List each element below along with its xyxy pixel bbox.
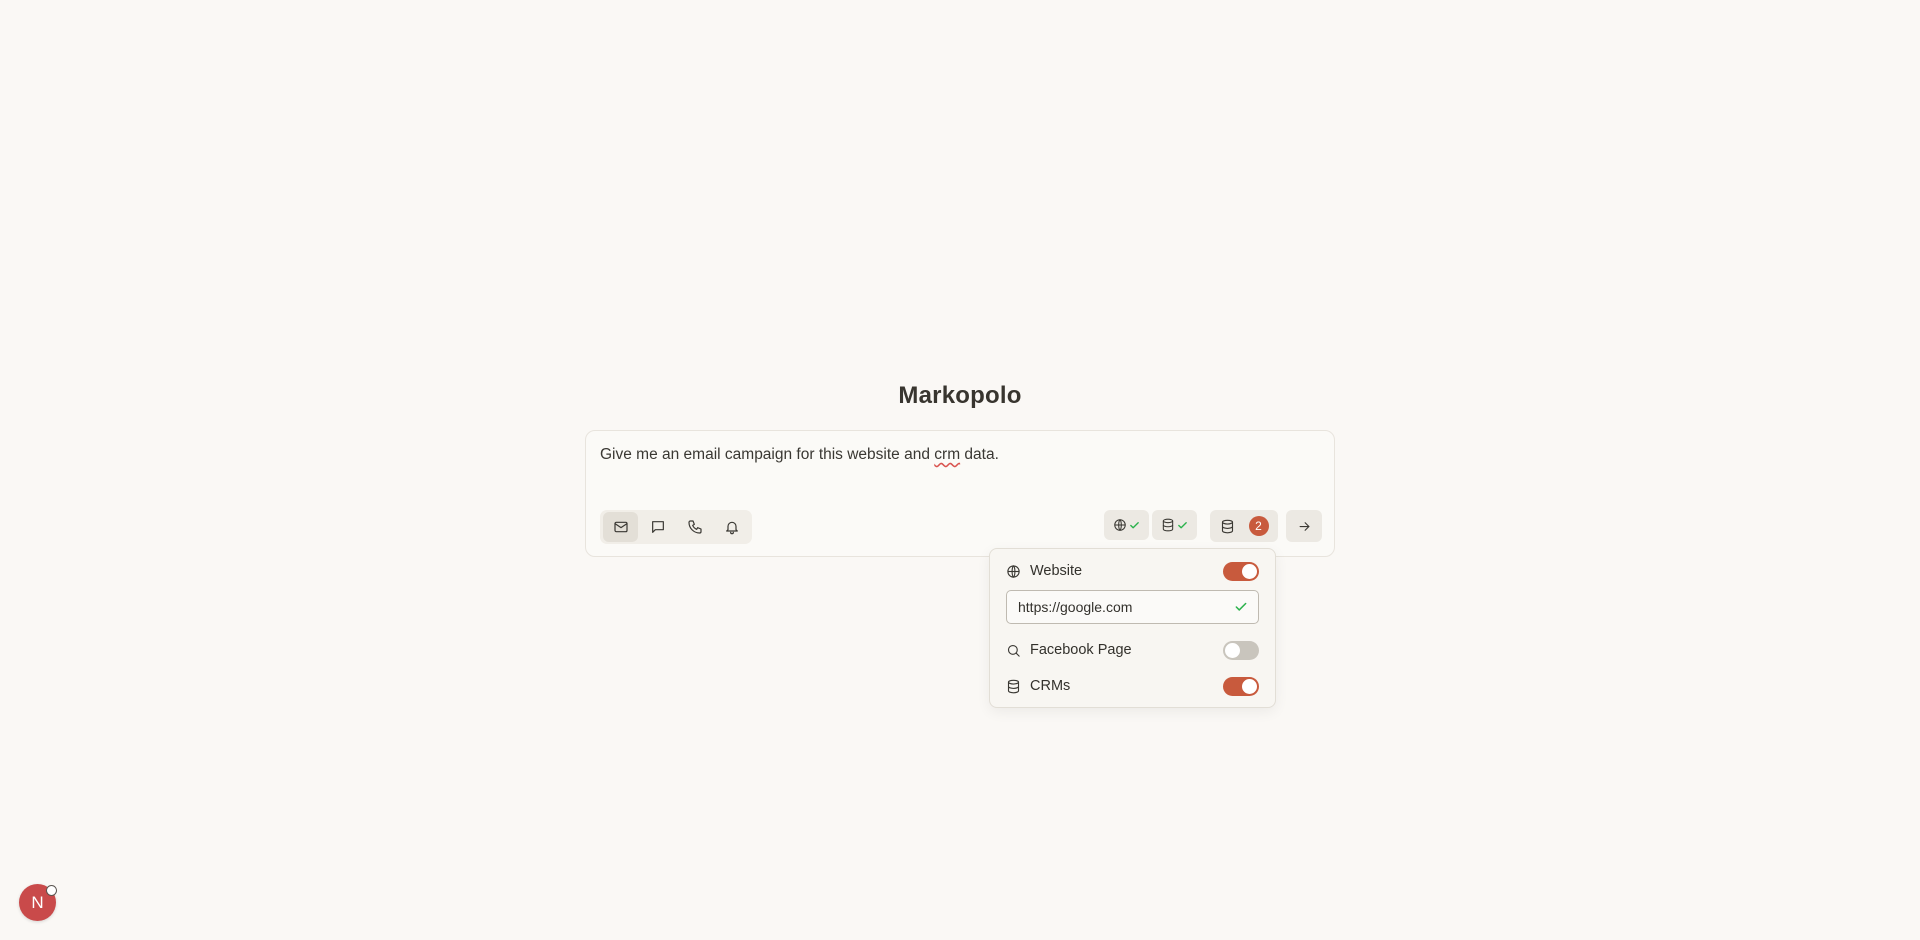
website-label: Website xyxy=(1030,563,1083,579)
website-url-field[interactable] xyxy=(1006,590,1259,624)
prompt-text-misspelled: crm xyxy=(934,446,961,463)
prompt-input[interactable]: Give me an email campaign for this websi… xyxy=(600,446,999,464)
database-source-pill[interactable] xyxy=(1152,510,1197,540)
notification-mode-button[interactable] xyxy=(714,512,749,542)
chat-bubble-icon xyxy=(651,521,664,533)
data-sources-popover: Website Facebook Page CRMs xyxy=(989,548,1276,708)
prompt-text-start: Give me an email campaign for this websi… xyxy=(600,446,935,463)
facebook-label: Facebook Page xyxy=(1030,642,1132,658)
search-icon xyxy=(1007,644,1020,657)
crms-toggle[interactable] xyxy=(1223,676,1259,696)
globe-icon xyxy=(1007,564,1020,578)
mail-icon xyxy=(613,521,628,533)
database-icon xyxy=(1221,519,1233,533)
database-icon xyxy=(1007,679,1020,693)
website-toggle[interactable] xyxy=(1223,561,1259,581)
check-icon xyxy=(1130,521,1139,528)
website-source-pill[interactable] xyxy=(1104,510,1149,540)
website-url-input[interactable] xyxy=(1018,599,1234,615)
arrow-right-icon xyxy=(1299,521,1309,531)
avatar-status-dot xyxy=(46,885,57,896)
crms-label: CRMs xyxy=(1030,678,1071,694)
check-icon xyxy=(1235,602,1247,611)
source-count-badge: 2 xyxy=(1248,516,1269,536)
toggle-knob xyxy=(1242,563,1257,579)
prompt-text-end: data. xyxy=(960,446,999,463)
email-mode-button[interactable] xyxy=(603,512,638,542)
send-button[interactable] xyxy=(1286,510,1322,542)
crms-source-row: CRMs xyxy=(1006,675,1259,697)
database-icon xyxy=(1162,518,1174,532)
bell-icon xyxy=(725,521,738,535)
check-icon xyxy=(1178,521,1187,528)
facebook-toggle[interactable] xyxy=(1223,640,1259,660)
app-title: Markopolo xyxy=(898,382,1022,409)
website-source-row: Website xyxy=(1006,560,1259,582)
source-status-group xyxy=(1104,510,1197,540)
channel-mode-group xyxy=(600,510,752,544)
toggle-knob xyxy=(1242,678,1257,694)
phone-icon xyxy=(687,520,702,534)
facebook-source-row: Facebook Page xyxy=(1006,639,1259,661)
call-mode-button[interactable] xyxy=(677,512,712,542)
message-mode-button[interactable] xyxy=(640,512,675,542)
globe-icon xyxy=(1114,519,1126,531)
page: Markopolo Give me an email campaign for … xyxy=(0,0,1920,940)
toggle-knob xyxy=(1225,642,1240,658)
data-sources-button[interactable]: 2 xyxy=(1210,510,1278,542)
prompt-composer[interactable]: Give me an email campaign for this websi… xyxy=(585,430,1335,557)
